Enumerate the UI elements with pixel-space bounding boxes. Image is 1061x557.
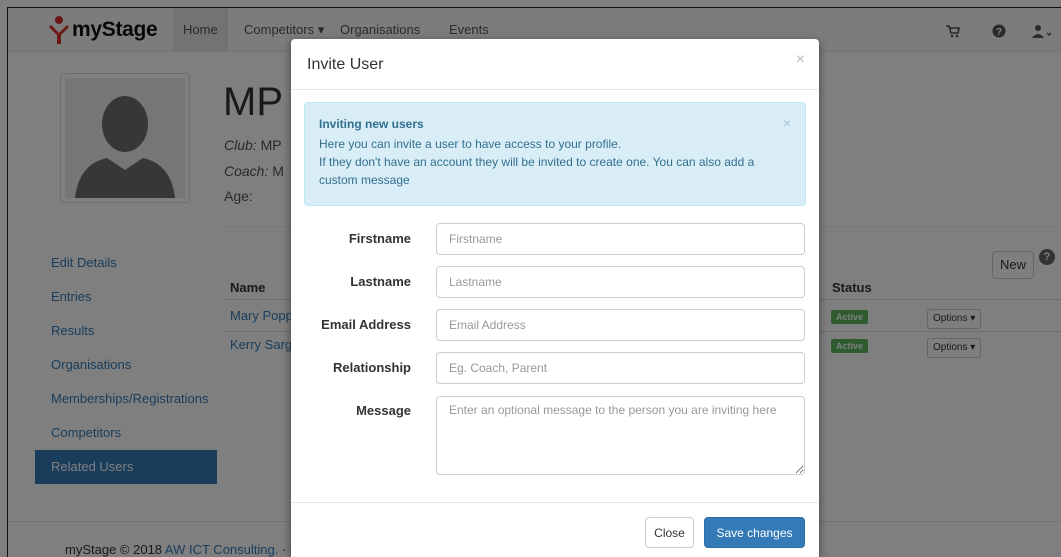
message-textarea[interactable] [436,396,805,475]
email-label: Email Address [321,317,411,332]
email-field[interactable] [436,309,805,341]
modal-title: Invite User [307,56,384,73]
firstname-label: Firstname [348,231,411,246]
alert-title: Inviting new users [319,117,424,131]
alert-line-1: Here you can invite a user to have acces… [319,137,622,151]
relationship-label: Relationship [332,360,411,375]
firstname-field[interactable] [436,223,805,255]
alert-close-icon[interactable]: × [783,115,791,131]
lastname-label: Lastname [350,274,411,289]
invite-user-modal: Invite User × × Inviting new users Here … [291,39,819,557]
close-icon[interactable]: × [796,51,805,69]
message-label: Message [356,403,411,418]
modal-header: Invite User × [291,39,819,90]
save-changes-button[interactable]: Save changes [704,517,805,548]
alert-line-2: If they don't have an account they will … [319,155,755,187]
modal-footer: Close Save changes [291,502,819,557]
close-button[interactable]: Close [645,517,694,548]
lastname-field[interactable] [436,266,805,298]
relationship-field[interactable] [436,352,805,384]
info-alert: × Inviting new users Here you can invite… [304,102,806,206]
